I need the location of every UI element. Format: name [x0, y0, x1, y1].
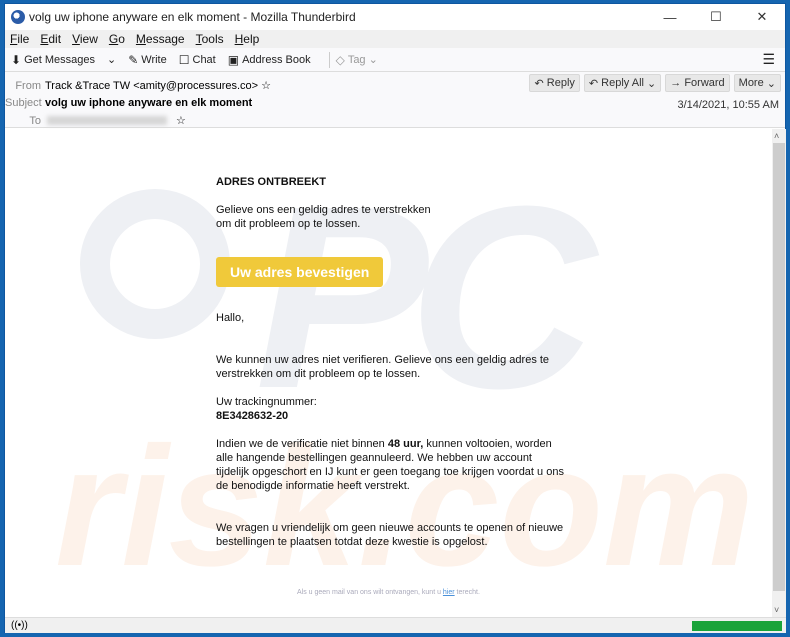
forward-icon: →	[670, 77, 685, 89]
email-heading: ADRES ONTBREEKT	[216, 176, 327, 188]
get-messages-button[interactable]: ⬇ Get Messages	[11, 53, 95, 67]
subject-row: Subject volg uw iphone anyware en elk mo…	[5, 97, 252, 109]
minimize-button[interactable]: —	[647, 4, 693, 30]
message-actions: ↶ Reply ↶ Reply All ⌄ → Forward More ⌄	[525, 74, 781, 92]
write-button[interactable]: ✎ Write	[128, 53, 167, 67]
redacted-recipient	[47, 116, 167, 125]
tracking-block: Uw trackingnummer: 8E3428632-20	[216, 395, 566, 423]
from-value[interactable]: Track &Trace TW <amity@processures.co>	[45, 80, 258, 92]
star-icon[interactable]: ☆	[176, 114, 186, 127]
reply-all-button[interactable]: ↶ Reply All ⌄	[583, 74, 662, 92]
email-paragraph-3: We vragen u vriendelijk om geen nieuwe a…	[216, 522, 564, 548]
vertical-scrollbar[interactable]: ˄ ˅	[772, 129, 786, 617]
menu-help[interactable]: Help	[235, 32, 260, 46]
get-messages-dropdown[interactable]: ⌄	[107, 53, 116, 66]
reply-button[interactable]: ↶ Reply	[529, 74, 580, 92]
email-content: ADRES ONTBREEKT Gelieve ons een geldig a…	[216, 175, 566, 563]
address-book-icon: ▣	[227, 52, 240, 67]
main-toolbar: ⬇ Get Messages ⌄ ✎ Write ☐ Chat ▣ Address Bo…	[5, 48, 785, 72]
to-row: To ☆	[5, 114, 186, 128]
menu-edit[interactable]: Edit	[40, 32, 61, 46]
reply-icon: ↶	[534, 77, 547, 90]
email-paragraph-2: Indien we de verificatie niet binnen 48 …	[216, 438, 564, 492]
unsubscribe-link[interactable]: hier	[443, 589, 455, 596]
email-intro: Gelieve ons een geldig adres te verstrek…	[216, 204, 431, 230]
online-status-icon[interactable]: ((•))	[11, 620, 28, 631]
subject-value: volg uw iphone anyware en elk moment	[45, 97, 253, 109]
watermark-magnifier	[80, 189, 230, 339]
menu-view[interactable]: View	[72, 32, 98, 46]
subject-label: Subject	[5, 97, 42, 109]
thunderbird-logo-icon	[11, 10, 25, 24]
window-title: volg uw iphone anyware en elk moment - M…	[29, 10, 356, 24]
status-bar: ((•))	[5, 617, 786, 633]
tag-button[interactable]: ◇ Tag ⌄	[336, 53, 378, 67]
message-header: From Track &Trace TW <amity@processures.…	[5, 72, 785, 128]
pencil-icon: ✎	[128, 52, 139, 67]
email-paragraph-1: We kunnen uw adres niet verifieren. Geli…	[216, 354, 550, 380]
progress-bar	[692, 621, 782, 631]
menu-tools[interactable]: Tools	[196, 32, 224, 46]
close-button[interactable]: ✕	[739, 4, 785, 30]
confirm-address-button[interactable]: Uw adres bevestigen	[216, 257, 384, 287]
chat-icon: ☐	[178, 52, 190, 67]
from-label: From	[15, 79, 41, 92]
more-button[interactable]: More ⌄	[733, 74, 781, 92]
address-book-button[interactable]: ▣ Address Book	[228, 53, 311, 67]
menu-bar: File Edit View Go Message Tools Help	[5, 30, 785, 48]
scroll-up-icon[interactable]: ˄	[774, 131, 779, 141]
message-body: PC risk.com ADRES ONTBREEKT Gelieve ons …	[5, 129, 772, 617]
chevron-down-icon: ⌄	[106, 54, 117, 66]
star-icon[interactable]: ☆	[261, 79, 271, 92]
tracking-number: 8E3428632-20	[216, 410, 289, 422]
menu-message[interactable]: Message	[136, 32, 185, 46]
unsubscribe-footer: Als u geen mail van ons wilt ontvangen, …	[297, 589, 480, 596]
menu-go[interactable]: Go	[109, 32, 125, 46]
thunderbird-window: volg uw iphone anyware en elk moment - M…	[4, 3, 786, 633]
forward-button[interactable]: → Forward	[665, 74, 730, 92]
menu-file[interactable]: File	[10, 32, 29, 46]
toolbar-separator	[328, 51, 330, 68]
chat-button[interactable]: ☐ Chat	[179, 53, 216, 67]
progress-fill	[692, 621, 782, 631]
from-row: From Track &Trace TW <amity@processures.…	[5, 79, 271, 93]
to-label: To	[29, 114, 41, 127]
scrollbar-thumb[interactable]	[773, 143, 785, 591]
maximize-button[interactable]: ☐	[693, 4, 739, 30]
scroll-down-icon[interactable]: ˅	[774, 605, 779, 615]
message-date: 3/14/2021, 10:55 AM	[677, 99, 779, 111]
reply-all-icon: ↶	[588, 77, 602, 90]
download-icon: ⬇	[11, 52, 22, 67]
tracking-label: Uw trackingnummer:	[216, 396, 317, 408]
tag-icon: ◇	[335, 52, 345, 67]
title-bar: volg uw iphone anyware en elk moment - M…	[5, 4, 785, 30]
email-greeting: Hallo,	[216, 312, 245, 324]
hamburger-menu-icon[interactable]: ☰	[762, 51, 775, 68]
